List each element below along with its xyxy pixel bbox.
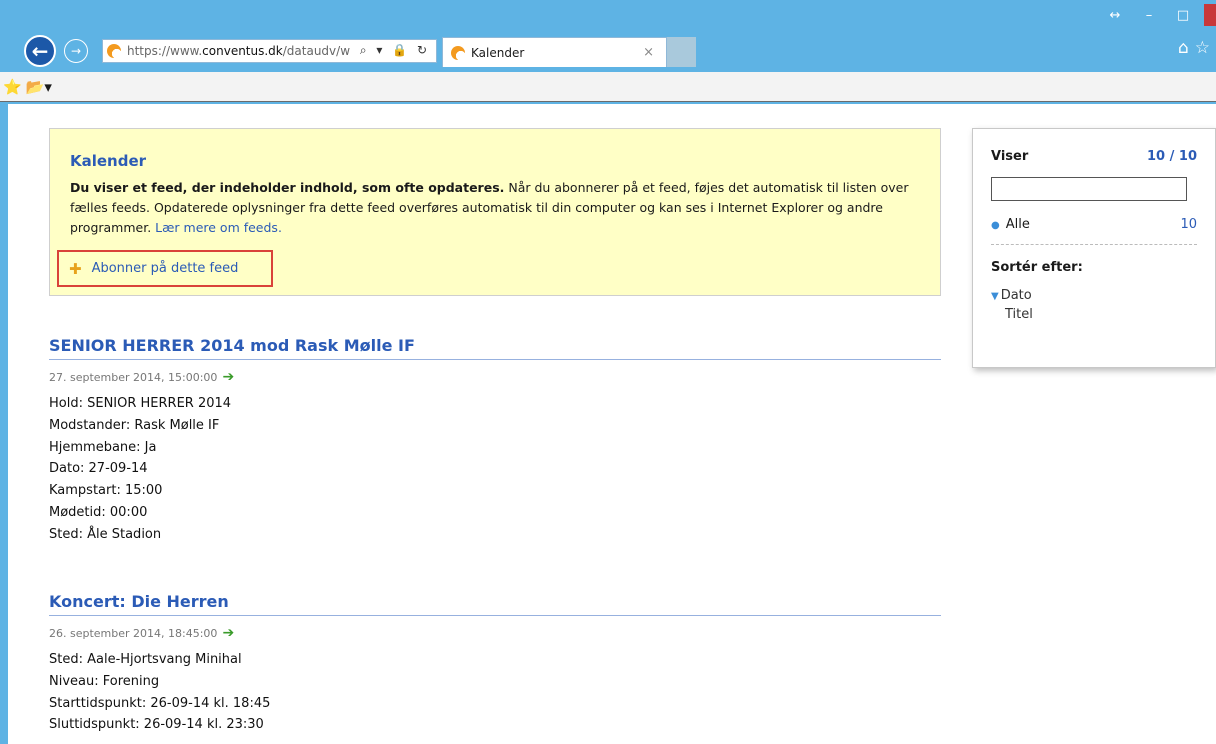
feed-item-line: Modstander: Rask Mølle IF [49, 417, 220, 433]
infobox-description: Du viser et feed, der indeholder indhold… [70, 178, 918, 238]
feed-item: Koncert: Die Herren 26. september 2014, … [49, 592, 941, 736]
back-button[interactable]: ← [24, 35, 56, 67]
feed-item-title[interactable]: SENIOR HERRER 2014 mod Rask Mølle IF [49, 336, 941, 360]
url-path: /dataudv/w [282, 44, 351, 58]
favorites-star-icon[interactable]: ☆ [1195, 38, 1216, 58]
bullet-icon: ● [991, 220, 1000, 231]
folder-dropdown-icon[interactable]: 📂▾ [26, 78, 52, 96]
sort-label: Sortér efter: [991, 260, 1083, 275]
feed-item-line: Kampstart: 15:00 [49, 483, 163, 499]
feed-item-date: 26. september 2014, 18:45:00 ➔ [49, 625, 941, 641]
add-favorite-icon[interactable]: ⭐ [3, 78, 22, 96]
go-arrow-icon[interactable]: ➔ [222, 369, 234, 385]
page-content: Kalender Du viser et feed, der indeholde… [8, 104, 1216, 744]
site-favicon-icon [107, 44, 121, 58]
forward-button[interactable]: → [64, 39, 88, 63]
tab-favicon-icon [451, 45, 465, 60]
feed-item-title[interactable]: Koncert: Die Herren [49, 592, 941, 616]
window-border [0, 104, 8, 744]
feed-item-line: Sluttidspunkt: 26-09-14 kl. 23:30 [49, 717, 264, 733]
feed-item-date: 27. september 2014, 15:00:00 ➔ [49, 369, 941, 385]
feed-item-line: Dato: 27-09-14 [49, 461, 148, 477]
feed-item-line: Niveau: Forening [49, 673, 160, 689]
feed-item-line: Hold: SENIOR HERRER 2014 [49, 396, 232, 411]
feed-item-date-text: 26. september 2014, 18:45:00 [49, 626, 218, 640]
browser-chrome: ↔ – □ ← → https://www. conventus.dk/datau… [0, 0, 1216, 104]
subscribe-feed-icon: ✚ [69, 259, 82, 278]
maximize-icon[interactable]: □ [1166, 8, 1200, 23]
sort-option-title[interactable]: Titel [991, 307, 1197, 322]
tab-label: Kalender [471, 45, 525, 60]
minimize-icon[interactable]: – [1132, 8, 1166, 23]
feed-item: SENIOR HERRER 2014 mod Rask Mølle IF 27.… [49, 336, 941, 546]
feed-item-body: Sted: Aale-Hjortsvang Minihal Niveau: Fo… [49, 649, 941, 736]
toolbar-icons: ⌂☆ [1178, 38, 1216, 58]
feed-info-box: Kalender Du viser et feed, der indeholde… [49, 128, 941, 296]
url-prefix: https://www. [127, 44, 203, 58]
favorites-bar: ⭐ 📂▾ [0, 72, 1216, 102]
feed-item-line: Sted: Åle Stadion [49, 526, 162, 542]
infobox-bold-text: Du viser et feed, der indeholder indhold… [70, 180, 505, 195]
feed-sidebar: Viser 10 / 10 ● Alle 10 Sortér efter: ▼ Da… [972, 128, 1216, 368]
restore-size-icon[interactable]: ↔ [1098, 8, 1132, 23]
tab-kalender[interactable]: Kalender × [442, 37, 667, 67]
address-bar[interactable]: https://www. conventus.dk/dataudv/w ⌕ ▾ 🔒… [102, 39, 437, 63]
sort-option-date-label: Dato [1000, 288, 1032, 303]
tab-close-icon[interactable]: × [643, 45, 654, 60]
feed-item-line: Mødetid: 00:00 [49, 504, 148, 520]
feed-item-body: Hold: SENIOR HERRER 2014 Modstander: Ras… [49, 393, 941, 546]
category-all-label: Alle [1005, 217, 1030, 232]
close-window-button[interactable] [1204, 4, 1216, 26]
window-controls: ↔ – □ [1098, 4, 1216, 26]
learn-more-link[interactable]: Lær mere om feeds. [155, 220, 282, 235]
sort-descending-icon: ▼ [991, 291, 999, 302]
subscribe-label: Abonner på dette feed [91, 261, 239, 276]
feed-item-line: Sted: Aale-Hjortsvang Minihal [49, 652, 242, 667]
new-tab-button[interactable] [667, 37, 696, 67]
url-host: conventus.dk [202, 44, 283, 58]
filter-input[interactable] [991, 177, 1187, 201]
viser-label: Viser [991, 149, 1029, 164]
go-arrow-icon[interactable]: ➔ [222, 625, 234, 641]
home-icon[interactable]: ⌂ [1178, 38, 1195, 58]
infobox-title: Kalender [70, 152, 147, 170]
address-bar-icons[interactable]: ⌕ ▾ 🔒 ↻ [360, 43, 430, 58]
sort-option-date[interactable]: ▼ Dato [991, 288, 1197, 303]
feed-item-line: Hjemmebane: Ja [49, 439, 157, 455]
category-all[interactable]: ● Alle 10 [991, 217, 1197, 245]
feed-item-date-text: 27. september 2014, 15:00:00 [49, 370, 218, 384]
category-all-count: 10 [1180, 217, 1197, 232]
subscribe-feed-button[interactable]: ✚ Abonner på dette feed [57, 250, 273, 287]
feed-item-line: Starttidspunkt: 26-09-14 kl. 18:45 [49, 695, 271, 711]
viser-count: 10 / 10 [1147, 149, 1197, 164]
